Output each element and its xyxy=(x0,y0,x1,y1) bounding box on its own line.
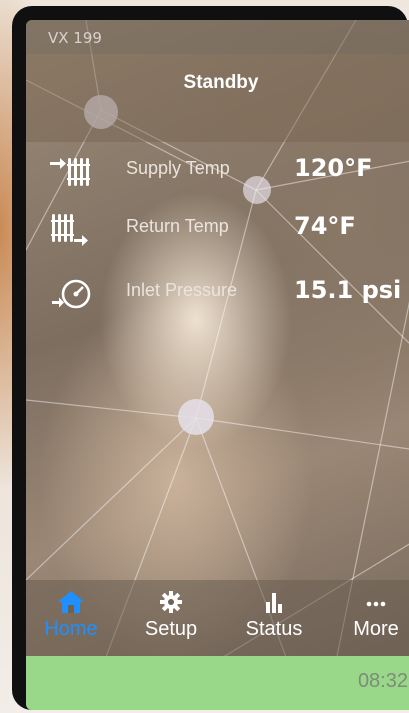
home-icon xyxy=(58,591,84,613)
reading-row-return-temp: Return Temp 74°F xyxy=(26,206,409,254)
reading-label: Supply Temp xyxy=(126,158,230,178)
model-name: VX 199 xyxy=(48,29,102,47)
device-frame: VX 199 Standby Supply Temp 120°F Return … xyxy=(12,6,409,710)
pressure-gauge-icon xyxy=(52,279,91,309)
reading-value: 15.1 psi xyxy=(294,276,402,304)
bottom-nav: Home Setup Status More xyxy=(26,580,409,656)
reading-label: Return Temp xyxy=(126,216,229,236)
nav-home[interactable]: Home xyxy=(31,590,111,650)
nav-label: More xyxy=(353,618,399,640)
model-bar: VX 199 xyxy=(26,20,409,54)
operating-state: Standby xyxy=(183,72,259,93)
return-radiator-icon xyxy=(51,214,88,246)
bar-chart-icon xyxy=(266,593,282,613)
more-icon xyxy=(366,601,386,607)
nav-label: Setup xyxy=(144,618,198,640)
status-bar: 08:32 xyxy=(26,656,409,710)
gear-icon xyxy=(160,591,182,613)
status-header xyxy=(26,54,409,142)
nav-more[interactable]: More xyxy=(336,590,409,650)
reading-value: 120°F xyxy=(294,154,373,182)
supply-radiator-icon xyxy=(50,158,90,186)
nav-label: Home xyxy=(44,618,98,640)
nav-label: Status xyxy=(245,618,303,640)
nav-setup[interactable]: Setup xyxy=(131,590,211,650)
clock: 08:32 xyxy=(357,670,408,692)
reading-row-supply-temp: Supply Temp 120°F xyxy=(26,148,409,196)
reading-row-inlet-pressure: Inlet Pressure 15.1 psi xyxy=(26,270,409,318)
reading-label: Inlet Pressure xyxy=(126,280,238,300)
controller-screen: VX 199 Standby Supply Temp 120°F Return … xyxy=(26,20,409,710)
reading-value: 74°F xyxy=(294,212,356,240)
nav-status[interactable]: Status xyxy=(234,590,314,650)
